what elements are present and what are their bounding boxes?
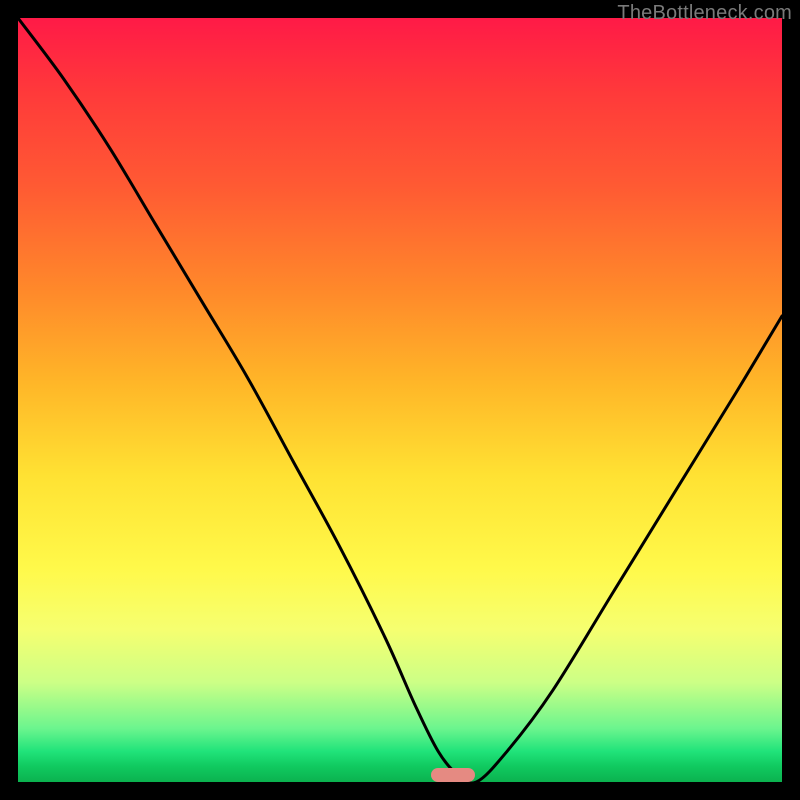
bottleneck-curve (18, 18, 782, 782)
optimal-point-marker (431, 768, 475, 782)
watermark-text: TheBottleneck.com (617, 2, 792, 25)
chart-frame (18, 18, 782, 782)
